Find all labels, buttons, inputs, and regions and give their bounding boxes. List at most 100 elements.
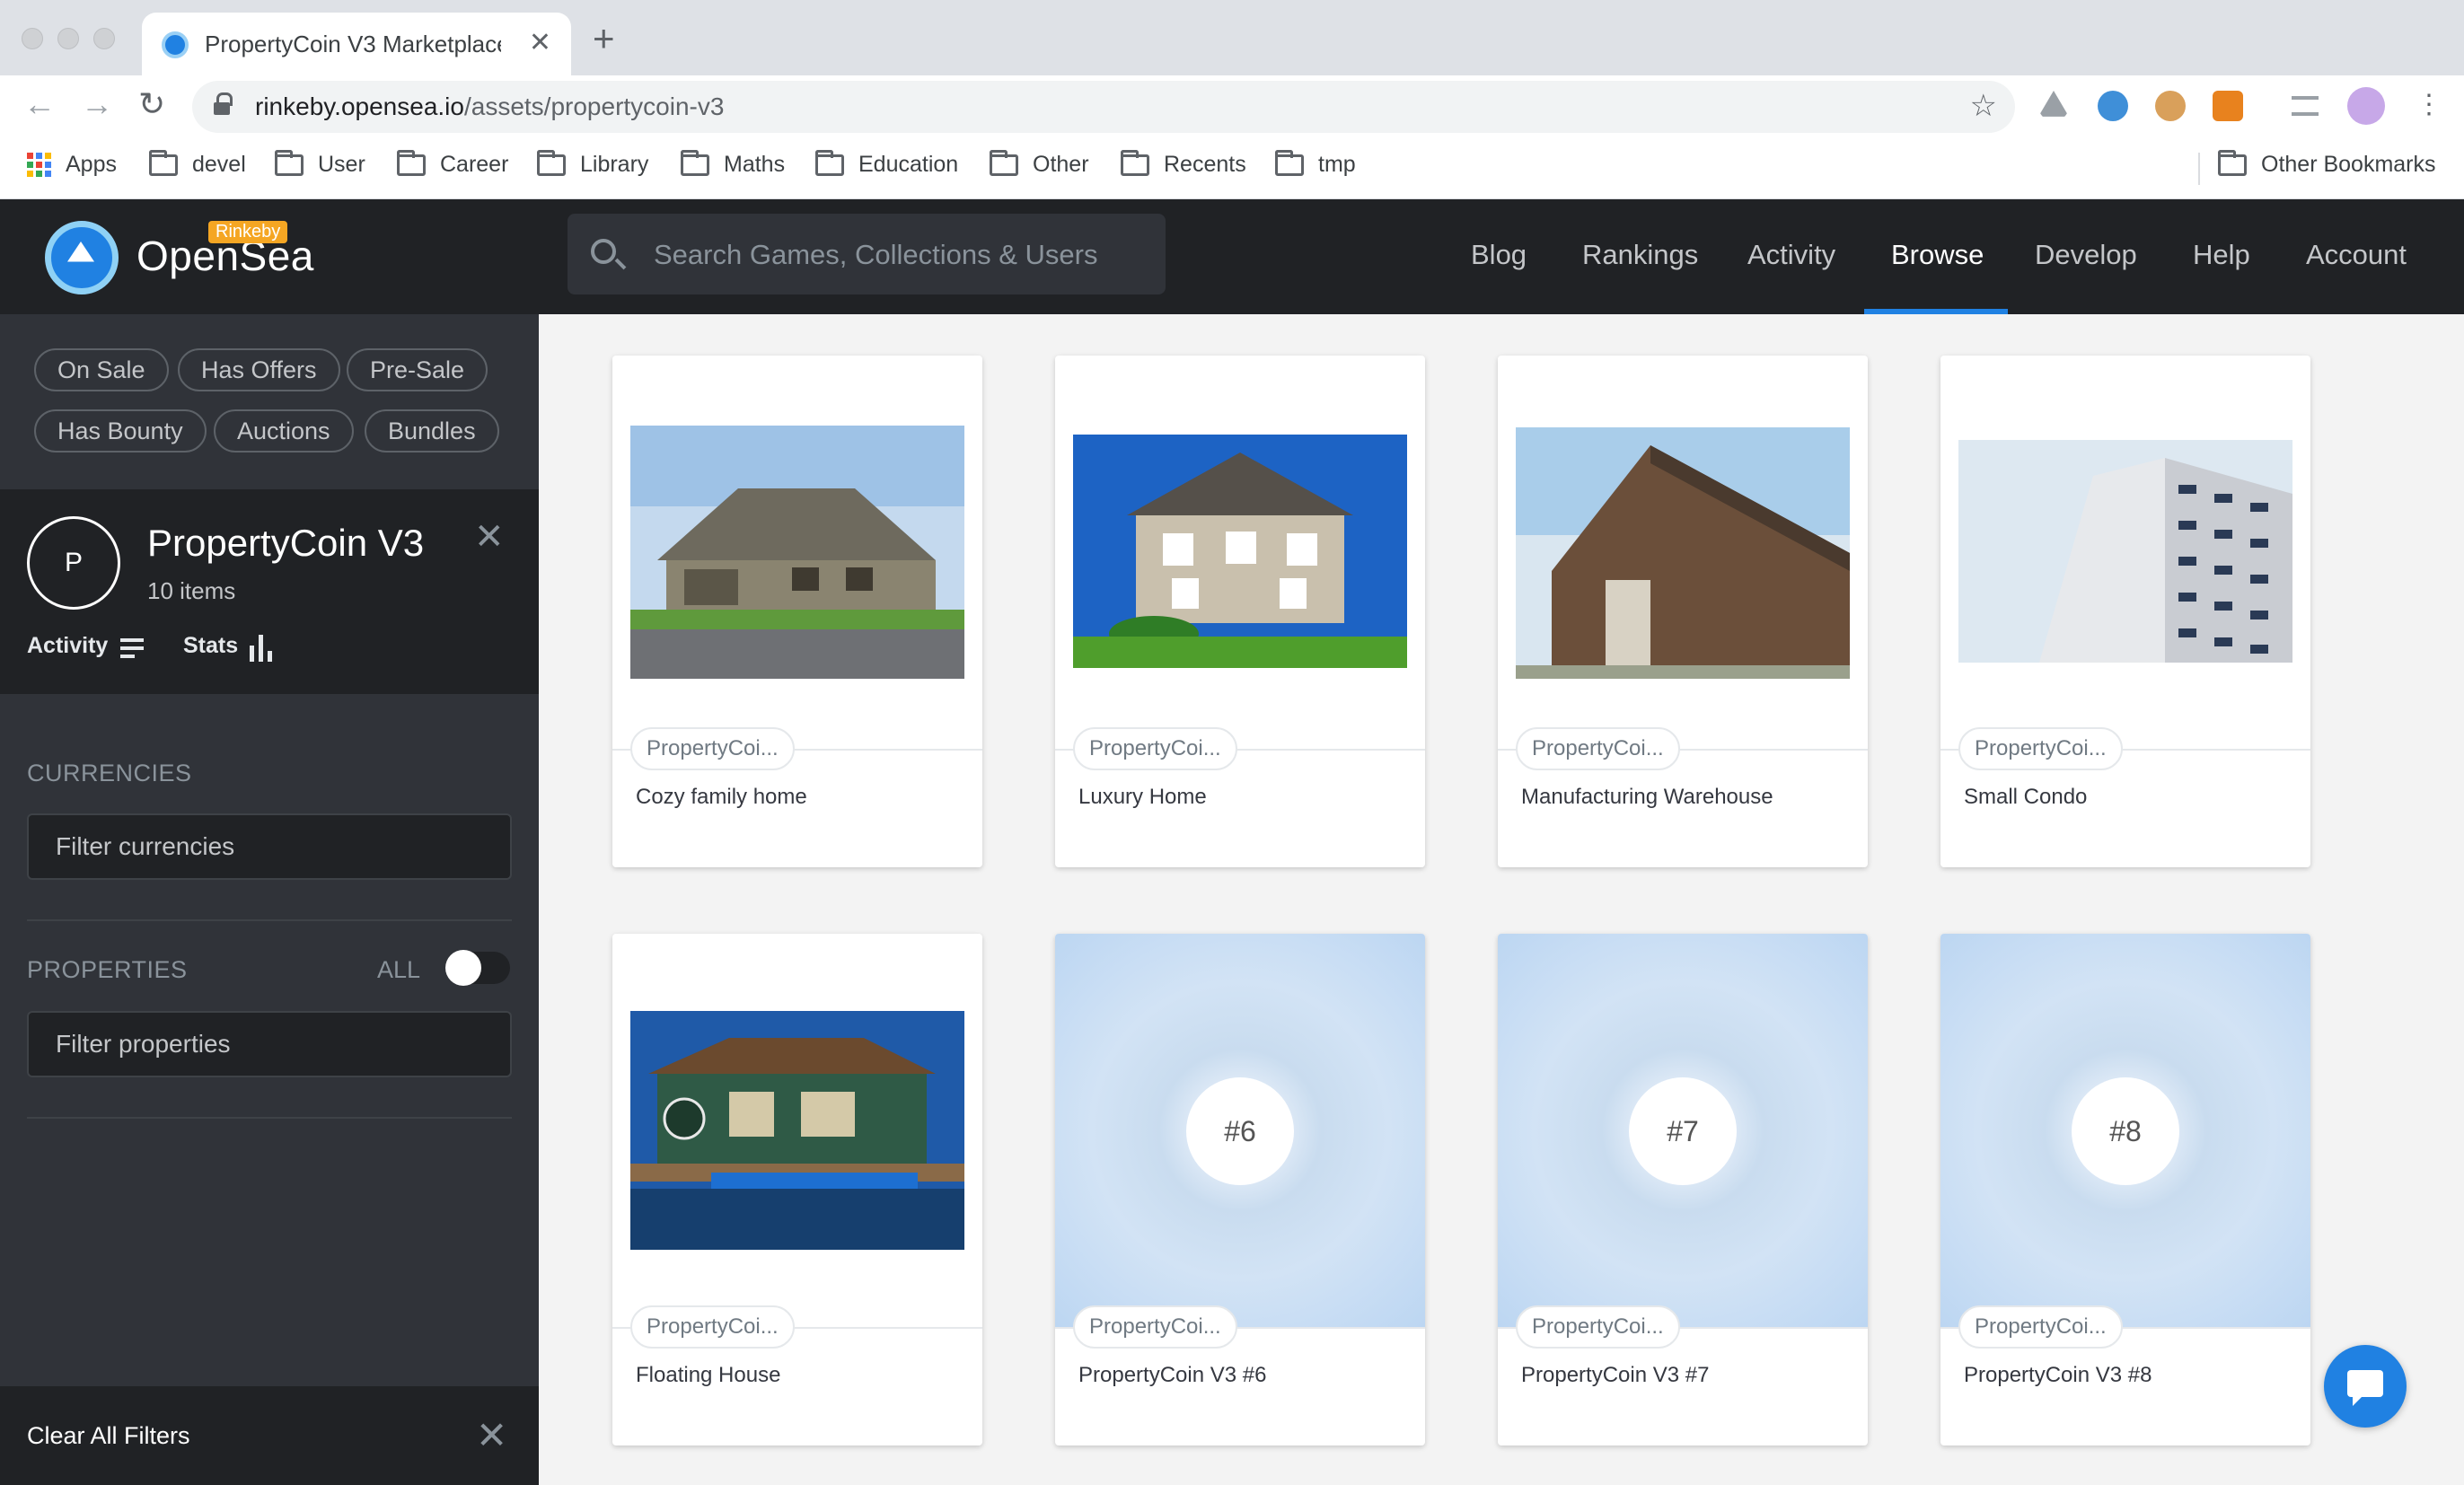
condo-photo: [1958, 440, 2292, 663]
close-tab-icon[interactable]: ✕: [529, 27, 551, 58]
nav-develop[interactable]: Develop: [2035, 239, 2137, 271]
collection-stats-link[interactable]: Stats: [183, 633, 238, 659]
reading-list-icon[interactable]: [2292, 96, 2319, 116]
clear-filters-bar[interactable]: Clear All Filters ✕: [0, 1386, 539, 1485]
nav-rankings[interactable]: Rankings: [1582, 239, 1698, 271]
warehouse-photo: [1516, 427, 1850, 679]
search-input[interactable]: Search Games, Collections & Users: [568, 214, 1166, 294]
back-icon[interactable]: ←: [23, 88, 56, 120]
bookmark-apps[interactable]: Apps: [27, 152, 117, 178]
bar-chart-icon[interactable]: [250, 635, 277, 662]
currencies-section-title[interactable]: CURRENCIES: [27, 760, 192, 787]
new-tab-icon[interactable]: +: [593, 20, 615, 57]
bookmark-recents[interactable]: Recents: [1121, 149, 1246, 178]
bookmark-career[interactable]: Career: [397, 149, 508, 178]
cookie-extension-icon[interactable]: [2155, 91, 2186, 121]
nav-browse[interactable]: Browse: [1891, 239, 1984, 271]
nav-blog[interactable]: Blog: [1471, 239, 1527, 271]
url-text[interactable]: rinkeby.opensea.io/assets/propertycoin-v…: [255, 92, 724, 121]
browser-menu-icon[interactable]: ⋮: [2416, 92, 2442, 119]
globe-extension-icon[interactable]: [2098, 91, 2128, 121]
collection-item-count: 10 items: [147, 577, 236, 604]
filter-chip-has-offers[interactable]: Has Offers: [178, 348, 340, 391]
folder-icon: [275, 149, 304, 176]
bookmark-education[interactable]: Education: [815, 149, 958, 178]
houseboat-photo: [630, 1011, 964, 1250]
filter-chip-bundles[interactable]: Bundles: [365, 409, 499, 453]
filter-currencies-input[interactable]: Filter currencies: [27, 813, 512, 880]
bookmark-star-icon[interactable]: ☆: [1970, 88, 1997, 124]
asset-title: Floating House: [636, 1363, 781, 1387]
close-icon[interactable]: ✕: [476, 1413, 507, 1457]
collection-chip[interactable]: PropertyCoi...: [1073, 1305, 1237, 1349]
filter-chip-pre-sale[interactable]: Pre-Sale: [347, 348, 488, 391]
bookmarks-bar: Apps devel User Career Library Maths Edu…: [0, 138, 2464, 199]
nav-account[interactable]: Account: [2306, 239, 2407, 271]
metamask-extension-icon[interactable]: [2213, 91, 2243, 121]
drive-extension-icon[interactable]: [2038, 91, 2069, 117]
asset-card[interactable]: PropertyCoi... Manufacturing Warehouse: [1498, 356, 1868, 867]
collection-chip[interactable]: PropertyCoi...: [630, 727, 795, 770]
collection-activity-link[interactable]: Activity: [27, 633, 108, 659]
asset-card[interactable]: PropertyCoi... Floating House: [612, 934, 982, 1445]
collection-chip[interactable]: PropertyCoi...: [1958, 727, 2123, 770]
zoom-window-button[interactable]: [93, 28, 115, 49]
bookmark-other[interactable]: Other: [990, 149, 1089, 178]
section-divider: [27, 919, 512, 921]
folder-icon: [2218, 149, 2247, 176]
chat-support-icon[interactable]: [2324, 1345, 2407, 1428]
asset-title: PropertyCoin V3 #8: [1964, 1363, 2152, 1387]
opensea-logo-icon[interactable]: [45, 221, 119, 294]
close-icon[interactable]: ✕: [474, 516, 505, 558]
list-icon[interactable]: [120, 638, 144, 660]
bookmark-maths[interactable]: Maths: [681, 149, 785, 178]
properties-section-title[interactable]: PROPERTIES: [27, 956, 188, 984]
asset-card[interactable]: PropertyCoi... Cozy family home: [612, 356, 982, 867]
collection-avatar: P: [27, 516, 120, 610]
asset-card[interactable]: PropertyCoi... Luxury Home: [1055, 356, 1425, 867]
filter-chip-auctions[interactable]: Auctions: [214, 409, 354, 453]
folder-icon: [1121, 149, 1149, 176]
lock-icon: [214, 92, 233, 116]
asset-card[interactable]: #8 PropertyCoi... PropertyCoin V3 #8: [1940, 934, 2310, 1445]
clear-all-filters-label[interactable]: Clear All Filters: [27, 1422, 190, 1450]
bookmark-library[interactable]: Library: [537, 149, 648, 178]
asset-title: PropertyCoin V3 #7: [1521, 1363, 1710, 1387]
nav-help[interactable]: Help: [2193, 239, 2250, 271]
collection-chip[interactable]: PropertyCoi...: [1073, 727, 1237, 770]
filter-sidebar: On Sale Has Offers Pre-Sale Has Bounty A…: [0, 314, 539, 1485]
properties-all-toggle[interactable]: [445, 950, 510, 986]
collection-chip[interactable]: PropertyCoi...: [1516, 1305, 1680, 1349]
properties-all-label: ALL: [377, 956, 421, 983]
asset-card[interactable]: #7 PropertyCoi... PropertyCoin V3 #7: [1498, 934, 1868, 1445]
forward-icon[interactable]: →: [81, 88, 113, 120]
address-bar-row: ← → ↻ rinkeby.opensea.io/assets/property…: [0, 75, 2464, 138]
bookmark-other-bookmarks[interactable]: Other Bookmarks: [2218, 149, 2436, 178]
bookmark-user[interactable]: User: [275, 149, 365, 178]
asset-card[interactable]: PropertyCoi... Small Condo: [1940, 356, 2310, 867]
filter-chip-has-bounty[interactable]: Has Bounty: [34, 409, 207, 453]
address-bar[interactable]: rinkeby.opensea.io/assets/propertycoin-v…: [192, 81, 2015, 133]
folder-icon: [815, 149, 844, 176]
asset-card[interactable]: #6 PropertyCoi... PropertyCoin V3 #6: [1055, 934, 1425, 1445]
filter-chip-on-sale[interactable]: On Sale: [34, 348, 169, 391]
profile-avatar[interactable]: [2347, 87, 2385, 125]
tab-title: PropertyCoin V3 Marketplace on OpenSea: [205, 31, 501, 57]
collection-name[interactable]: PropertyCoin V3: [147, 522, 424, 565]
nav-activity[interactable]: Activity: [1747, 239, 1835, 271]
network-badge: Rinkeby: [208, 221, 288, 243]
collection-chip[interactable]: PropertyCoi...: [1958, 1305, 2123, 1349]
bookmark-devel[interactable]: devel: [149, 149, 246, 178]
reload-icon[interactable]: ↻: [138, 88, 165, 120]
filter-properties-input[interactable]: Filter properties: [27, 1011, 512, 1077]
browser-tab[interactable]: PropertyCoin V3 Marketplace on OpenSea ✕: [142, 13, 571, 75]
asset-title: Small Condo: [1964, 785, 2088, 809]
collection-chip[interactable]: PropertyCoi...: [630, 1305, 795, 1349]
bookmark-tmp[interactable]: tmp: [1275, 149, 1356, 178]
search-placeholder: Search Games, Collections & Users: [654, 239, 1098, 270]
folder-icon: [537, 149, 566, 176]
asset-title: Cozy family home: [636, 785, 807, 809]
close-window-button[interactable]: [22, 28, 43, 49]
collection-chip[interactable]: PropertyCoi...: [1516, 727, 1680, 770]
minimize-window-button[interactable]: [57, 28, 79, 49]
